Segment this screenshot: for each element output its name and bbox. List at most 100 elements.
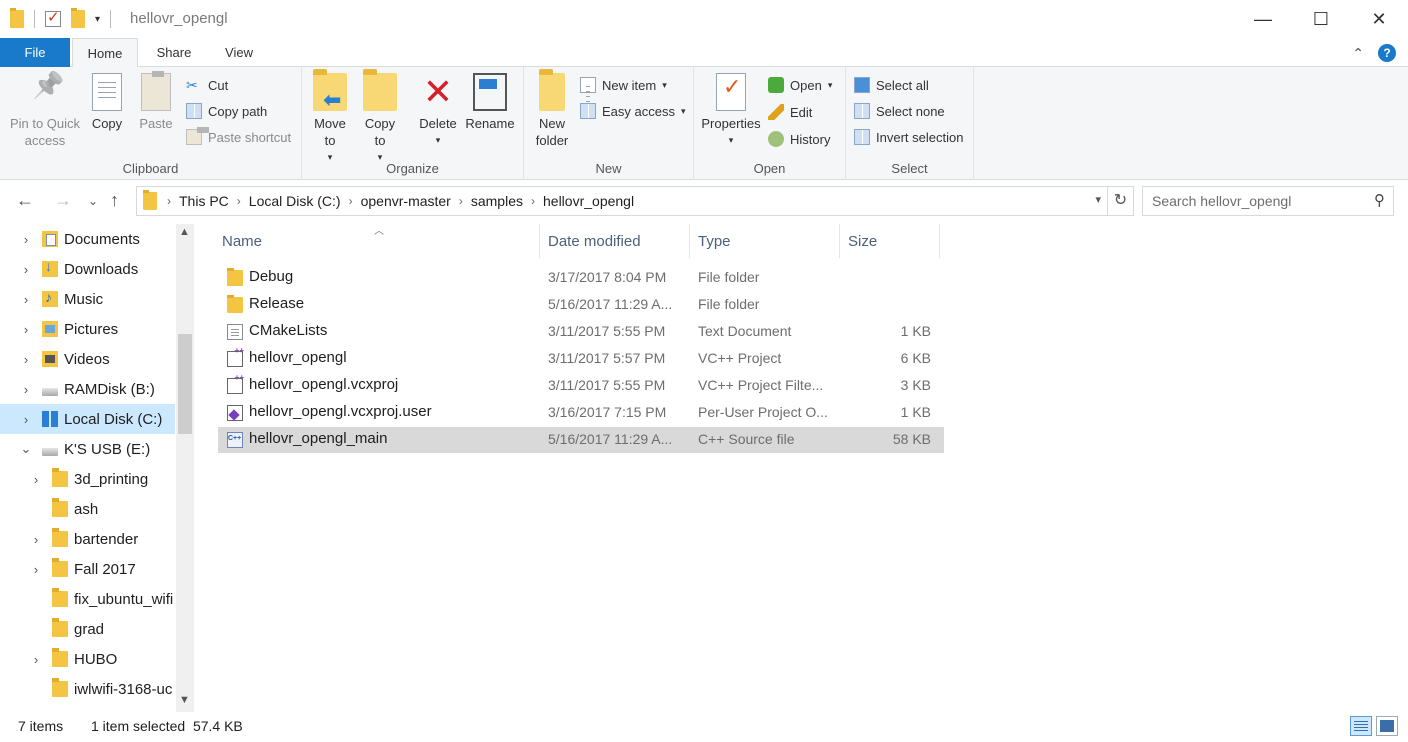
navigation-pane[interactable]: › Documents › Downloads › Music › Pictur… (0, 224, 194, 712)
tree-item-downloads[interactable]: › Downloads (0, 254, 175, 284)
expand-chevron-icon[interactable]: › (16, 352, 36, 367)
expand-chevron-icon[interactable]: › (16, 292, 36, 307)
copy-button[interactable]: Copy (86, 73, 128, 132)
expand-chevron-icon[interactable]: › (26, 652, 46, 667)
tree-item-usb-drive[interactable]: ⌄ K'S USB (E:) (0, 434, 175, 464)
edit-button[interactable]: Edit (768, 100, 812, 124)
tab-share[interactable]: Share (142, 38, 206, 67)
column-header-date[interactable]: Date modified (540, 224, 690, 258)
tab-file[interactable]: File (0, 38, 70, 67)
file-row[interactable]: CMakeLists 3/11/2017 5:55 PM Text Docume… (218, 319, 944, 345)
minimize-button[interactable]: — (1234, 0, 1292, 38)
expand-chevron-icon[interactable]: › (26, 472, 46, 487)
scroll-down-chevron-icon[interactable]: ▼ (179, 694, 190, 706)
expand-chevron-icon[interactable]: › (16, 412, 36, 427)
file-row-selected[interactable]: hellovr_opengl_main 5/16/2017 11:29 A...… (218, 427, 944, 453)
tree-item-music[interactable]: › Music (0, 284, 175, 314)
breadcrumb-samples[interactable]: samples (471, 193, 523, 209)
file-row[interactable]: Release 5/16/2017 11:29 A... File folder (218, 292, 944, 318)
properties-icon[interactable] (45, 8, 61, 27)
select-all-button[interactable]: Select all (854, 73, 929, 97)
breadcrumb-separator-icon[interactable]: › (167, 194, 171, 208)
new-folder-icon (539, 69, 565, 111)
column-header-size[interactable]: Size (840, 224, 940, 258)
tree-item-folder[interactable]: › Fall 2017 (0, 554, 175, 584)
file-row[interactable]: hellovr_opengl 3/11/2017 5:57 PM VC++ Pr… (218, 346, 944, 372)
column-header-type[interactable]: Type (690, 224, 840, 258)
tree-item-folder[interactable]: › HUBO (0, 644, 175, 674)
collapse-ribbon-chevron-icon[interactable]: ⌃ (1352, 45, 1364, 62)
tab-home[interactable]: Home (72, 38, 138, 68)
maximize-button[interactable]: ☐ (1292, 0, 1350, 38)
navigation-pane-scrollbar[interactable]: ▲ ▼ (176, 224, 194, 712)
expand-chevron-icon[interactable]: › (26, 532, 46, 547)
tree-item-folder[interactable]: grad (0, 614, 175, 644)
close-button[interactable]: ✕ (1350, 0, 1408, 38)
expand-chevron-icon[interactable]: › (16, 382, 36, 397)
paste-shortcut-button[interactable]: Paste shortcut (186, 125, 291, 149)
invert-selection-button[interactable]: Invert selection (854, 125, 963, 149)
breadcrumb-this-pc[interactable]: This PC (179, 193, 229, 209)
recent-locations-chevron-icon[interactable]: ⌄ (88, 194, 98, 208)
forward-arrow-icon[interactable]: → (54, 190, 72, 211)
scrollbar-thumb[interactable] (178, 334, 192, 434)
copy-to-button[interactable]: Copy to ▾ (360, 69, 400, 166)
tree-item-documents[interactable]: › Documents (0, 224, 175, 254)
easy-access-button[interactable]: Easy access ▾ (580, 99, 686, 123)
customize-toolbar-chevron-icon[interactable]: ▾ (95, 14, 100, 25)
details-view-icon[interactable] (1350, 716, 1372, 736)
rename-button[interactable]: Rename (464, 73, 516, 132)
tree-item-folder[interactable]: › 3d_printing (0, 464, 175, 494)
file-row[interactable]: Debug 3/17/2017 8:04 PM File folder (218, 265, 944, 291)
file-list[interactable]: Name ︿ Date modified Type Size Debug 3/1… (210, 224, 1408, 712)
tree-item-folder[interactable]: fix_ubuntu_wifi (0, 584, 175, 614)
breadcrumb-separator-icon[interactable]: › (531, 194, 535, 208)
column-header-name[interactable]: Name ︿ (214, 224, 540, 258)
tree-item-folder[interactable]: ash (0, 494, 175, 524)
delete-button[interactable]: ✕ Delete ▾ (416, 73, 460, 149)
new-folder-icon[interactable] (71, 8, 85, 28)
large-icons-view-icon[interactable] (1376, 716, 1398, 736)
expand-chevron-icon[interactable]: › (16, 322, 36, 337)
copy-path-button[interactable]: Copy path (186, 99, 267, 123)
tree-item-local-disk[interactable]: › Local Disk (C:) (0, 404, 175, 434)
tree-item-folder[interactable]: › bartender (0, 524, 175, 554)
address-dropdown-chevron-icon[interactable]: ▾ (1095, 193, 1101, 206)
expand-chevron-icon[interactable]: › (16, 262, 36, 277)
breadcrumb-separator-icon[interactable]: › (237, 194, 241, 208)
tree-item-folder[interactable]: iwlwifi-3168-uc (0, 674, 175, 704)
scroll-up-chevron-icon[interactable]: ▲ (179, 226, 190, 238)
open-button[interactable]: Open ▾ (768, 73, 832, 97)
breadcrumb-local-disk[interactable]: Local Disk (C:) (249, 193, 341, 209)
refresh-icon[interactable]: ↻ (1108, 186, 1134, 216)
history-button[interactable]: History (768, 127, 830, 151)
paste-button[interactable]: Paste (134, 71, 178, 132)
tree-item-pictures[interactable]: › Pictures (0, 314, 175, 344)
expand-chevron-icon[interactable]: › (16, 232, 36, 247)
search-icon[interactable]: ⚲ (1374, 191, 1385, 209)
breadcrumb-openvr-master[interactable]: openvr-master (361, 193, 451, 209)
tab-view[interactable]: View (208, 38, 270, 67)
breadcrumb-hellovr-opengl[interactable]: hellovr_opengl (543, 193, 634, 209)
back-arrow-icon[interactable]: ← (16, 190, 34, 211)
tree-item-videos[interactable]: › Videos (0, 344, 175, 374)
collapse-chevron-icon[interactable]: ⌄ (16, 441, 36, 457)
search-input[interactable]: Search hellovr_opengl ⚲ (1142, 186, 1394, 216)
help-icon[interactable]: ? (1378, 44, 1396, 62)
breadcrumb-separator-icon[interactable]: › (459, 194, 463, 208)
new-folder-button[interactable]: New folder (532, 69, 572, 149)
address-bar[interactable]: › This PC › Local Disk (C:) › openvr-mas… (136, 186, 1108, 216)
select-none-button[interactable]: Select none (854, 99, 945, 123)
expand-chevron-icon[interactable]: › (26, 562, 46, 577)
scissors-icon: ✂ (186, 77, 198, 93)
tree-item-ramdisk[interactable]: › RAMDisk (B:) (0, 374, 175, 404)
cut-button[interactable]: ✂ Cut (186, 73, 228, 97)
breadcrumb-separator-icon[interactable]: › (349, 194, 353, 208)
new-item-button[interactable]: New item ▾ (580, 73, 667, 104)
file-row[interactable]: hellovr_opengl.vcxproj 3/11/2017 5:55 PM… (218, 373, 944, 399)
move-to-button[interactable]: ⬅ Move to ▾ (310, 69, 350, 166)
up-arrow-icon[interactable]: ↑ (110, 190, 119, 211)
properties-button[interactable]: Properties ▾ (700, 73, 762, 149)
pin-to-quick-access-button[interactable]: Pin to Quick access (6, 73, 84, 149)
file-row[interactable]: hellovr_opengl.vcxproj.user 3/16/2017 7:… (218, 400, 944, 426)
